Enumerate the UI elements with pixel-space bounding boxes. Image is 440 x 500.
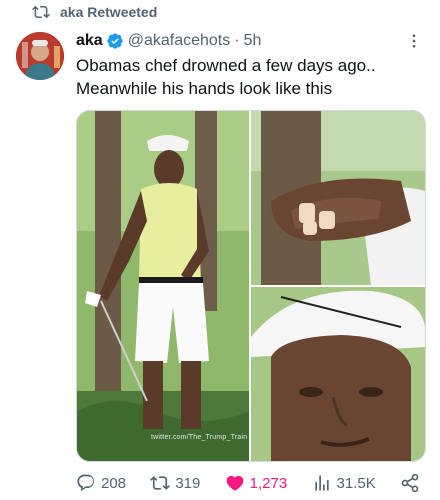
- like-button[interactable]: 1,273: [225, 473, 288, 493]
- share-button[interactable]: [400, 473, 420, 493]
- media-photo-golf[interactable]: twitter.com/The_Trump_Train: [77, 111, 249, 461]
- retweet-header-label: aka Retweeted: [60, 4, 158, 20]
- reply-count: 208: [101, 474, 127, 492]
- media-watermark: twitter.com/The_Trump_Train: [151, 434, 248, 441]
- media-photo-hands[interactable]: [251, 111, 425, 285]
- author-name[interactable]: aka: [76, 32, 103, 50]
- tweet-time[interactable]: 5h: [244, 32, 262, 50]
- media-photo-face[interactable]: [251, 287, 425, 461]
- views-chart-icon: [314, 475, 329, 491]
- tweet-header: aka @akafacehots · 5h: [76, 30, 424, 52]
- retweet-icon: [32, 5, 50, 19]
- tweet-text: Obamas chef drowned a few days ago.. Mea…: [76, 54, 428, 100]
- action-bar: 208 319 1,273 31.5K: [76, 470, 420, 496]
- author-handle[interactable]: @akafacehots: [128, 32, 231, 50]
- retweet-icon: [150, 476, 171, 490]
- view-count: 31.5K: [336, 474, 376, 492]
- retweet-header[interactable]: aka Retweeted: [32, 2, 157, 22]
- media-grid: twitter.com/The_Trump_Train: [76, 110, 426, 462]
- tweet-text-line: Meanwhile his hands look like this: [76, 79, 333, 98]
- avatar[interactable]: [16, 32, 64, 80]
- tweet-text-line: Obamas chef drowned a few days ago..: [76, 56, 376, 75]
- views-button[interactable]: 31.5K: [312, 473, 376, 493]
- verified-badge-icon: [107, 33, 123, 49]
- heart-icon: [226, 475, 243, 491]
- media-right-column: [251, 111, 425, 461]
- more-options-icon[interactable]: [404, 30, 424, 52]
- retweet-button[interactable]: 319: [150, 473, 200, 493]
- reply-button[interactable]: 208: [76, 473, 126, 493]
- share-icon: [401, 473, 419, 493]
- like-count: 1,273: [249, 474, 288, 492]
- retweet-count: 319: [175, 474, 201, 492]
- separator-dot: ·: [234, 32, 240, 49]
- reply-icon: [77, 474, 95, 492]
